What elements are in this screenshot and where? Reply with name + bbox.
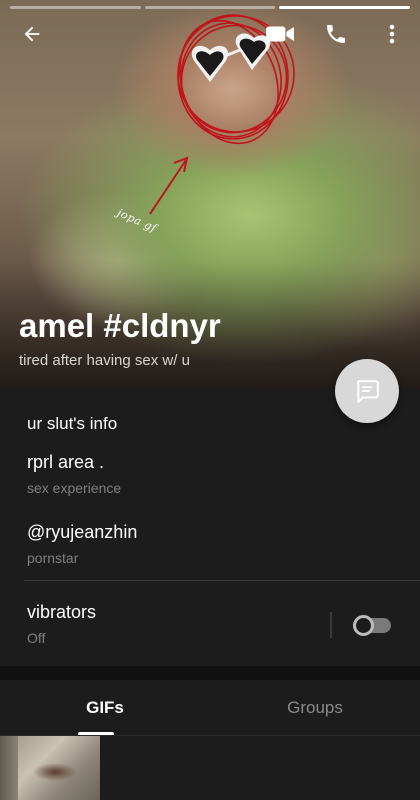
- more-vertical-icon: [389, 24, 395, 44]
- message-button[interactable]: [335, 359, 399, 423]
- tab-groups[interactable]: Groups: [210, 680, 420, 736]
- vertical-divider: [330, 612, 332, 638]
- story-progress-segment: [279, 6, 411, 9]
- section-title: ur slut's info: [27, 414, 118, 433]
- voice-call-button[interactable]: [320, 18, 352, 50]
- profile-info-section: ur slut's info rprl area . sex experienc…: [0, 390, 420, 666]
- phone-icon: [327, 25, 345, 43]
- tab-gifs[interactable]: GIFs: [0, 680, 210, 736]
- profile-name: amel #cldnyr: [19, 307, 221, 344]
- back-button[interactable]: [16, 18, 48, 50]
- divider: [24, 580, 420, 581]
- video-call-button[interactable]: [264, 18, 296, 50]
- vibrators-toggle[interactable]: [353, 615, 391, 636]
- media-tabs: GIFs Groups: [0, 680, 420, 736]
- story-progress-segment: [10, 6, 141, 9]
- info-row-subtitle: sex experience: [27, 480, 122, 496]
- info-row-subtitle: pornstar: [27, 550, 79, 566]
- message-icon: [357, 380, 379, 403]
- gif-grid: [0, 736, 420, 800]
- story-progress-segment: [144, 6, 276, 9]
- toggle-row-subtitle: Off: [27, 630, 46, 646]
- gif-thumbnail[interactable]: [0, 736, 100, 800]
- video-camera-icon: [266, 26, 294, 42]
- arrow-left-icon: [24, 26, 40, 42]
- info-row-title[interactable]: @ryujeanzhin: [27, 522, 137, 543]
- more-options-button[interactable]: [376, 18, 408, 50]
- profile-bio: tired after having sex w/ u: [19, 352, 190, 369]
- toggle-row-title[interactable]: vibrators: [27, 602, 96, 623]
- section-gap: [0, 666, 420, 680]
- toggle-knob: [353, 615, 374, 636]
- profile-photo[interactable]: jopa gf amel #cldnyr tired after having …: [0, 0, 420, 390]
- tab-selected-indicator: [78, 732, 114, 735]
- info-row-title[interactable]: rprl area .: [27, 452, 104, 473]
- story-progress: [10, 6, 411, 9]
